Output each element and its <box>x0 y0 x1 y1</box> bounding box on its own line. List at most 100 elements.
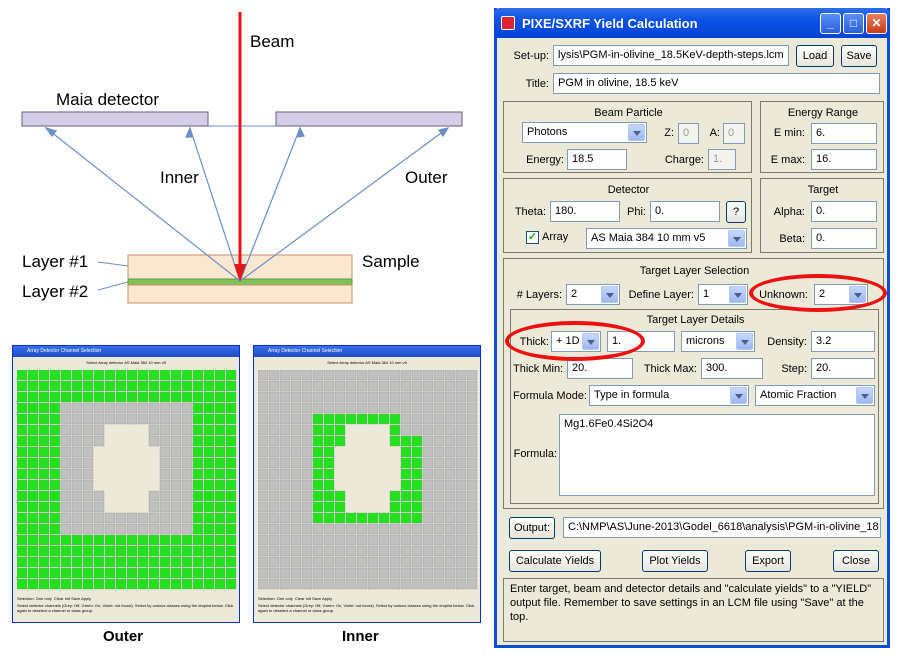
channel-cell[interactable] <box>301 512 313 524</box>
channel-cell[interactable] <box>27 391 39 403</box>
channel-cell[interactable] <box>49 424 61 436</box>
channel-cell[interactable] <box>312 391 324 403</box>
channel-cell[interactable] <box>225 446 237 458</box>
channel-cell[interactable] <box>49 380 61 392</box>
channel-cell[interactable] <box>389 501 401 513</box>
channel-cell[interactable] <box>93 556 105 568</box>
channel-cell[interactable] <box>27 512 39 524</box>
channel-cell[interactable] <box>71 567 83 579</box>
channel-cell[interactable] <box>225 578 237 590</box>
channel-cell[interactable] <box>389 556 401 568</box>
channel-cell[interactable] <box>334 556 346 568</box>
channel-cell[interactable] <box>17 435 28 447</box>
channel-cell[interactable] <box>312 380 324 392</box>
channel-cell[interactable] <box>400 424 412 436</box>
channel-cell[interactable] <box>444 424 456 436</box>
channel-cell[interactable] <box>17 370 28 381</box>
channel-cell[interactable] <box>444 567 456 579</box>
channel-cell[interactable] <box>27 578 39 590</box>
channel-cell[interactable] <box>192 446 204 458</box>
channel-cell[interactable] <box>444 545 456 557</box>
inner-selection-value[interactable]: One only <box>277 596 293 601</box>
channel-cell[interactable] <box>49 556 61 568</box>
channel-cell[interactable] <box>126 578 138 590</box>
channel-cell[interactable] <box>444 501 456 513</box>
channel-cell[interactable] <box>301 534 313 546</box>
channel-cell[interactable] <box>268 578 280 590</box>
channel-cell[interactable] <box>433 391 445 403</box>
detector-help-button[interactable]: ? <box>726 201 746 223</box>
channel-cell[interactable] <box>345 545 357 557</box>
channel-cell[interactable] <box>38 424 50 436</box>
channel-cell[interactable] <box>93 380 105 392</box>
channel-cell[interactable] <box>400 402 412 414</box>
channel-cell[interactable] <box>378 534 390 546</box>
channel-cell[interactable] <box>345 380 357 392</box>
channel-cell[interactable] <box>159 370 171 381</box>
channel-cell[interactable] <box>214 578 226 590</box>
channel-cell[interactable] <box>433 545 445 557</box>
channel-cell[interactable] <box>301 424 313 436</box>
channel-cell[interactable] <box>38 457 50 469</box>
channel-cell[interactable] <box>268 523 280 535</box>
channel-cell[interactable] <box>400 457 412 469</box>
channel-cell[interactable] <box>356 402 368 414</box>
channel-cell[interactable] <box>258 457 269 469</box>
channel-cell[interactable] <box>137 556 149 568</box>
channel-cell[interactable] <box>411 380 423 392</box>
channel-cell[interactable] <box>49 534 61 546</box>
channel-cell[interactable] <box>214 479 226 491</box>
channel-cell[interactable] <box>104 512 116 524</box>
emin-field[interactable]: 6. <box>811 123 877 144</box>
channel-cell[interactable] <box>170 380 182 392</box>
channel-cell[interactable] <box>422 370 434 381</box>
channel-cell[interactable] <box>356 512 368 524</box>
channel-cell[interactable] <box>301 468 313 480</box>
channel-cell[interactable] <box>181 380 193 392</box>
channel-cell[interactable] <box>367 512 379 524</box>
channel-cell[interactable] <box>422 435 434 447</box>
channel-cell[interactable] <box>400 578 412 590</box>
channel-cell[interactable] <box>225 457 237 469</box>
channel-cell[interactable] <box>455 534 467 546</box>
particle-select[interactable]: Photons <box>522 122 647 143</box>
channel-cell[interactable] <box>345 402 357 414</box>
channel-cell[interactable] <box>60 567 72 579</box>
channel-cell[interactable] <box>115 567 127 579</box>
channel-cell[interactable] <box>268 413 280 425</box>
channel-cell[interactable] <box>433 490 445 502</box>
channel-cell[interactable] <box>455 545 467 557</box>
channel-cell[interactable] <box>334 391 346 403</box>
channel-cell[interactable] <box>279 391 291 403</box>
channel-cell[interactable] <box>192 424 204 436</box>
channel-cell[interactable] <box>455 457 467 469</box>
channel-cell[interactable] <box>268 446 280 458</box>
channel-cell[interactable] <box>181 523 193 535</box>
channel-cell[interactable] <box>225 391 237 403</box>
channel-cell[interactable] <box>203 457 215 469</box>
channel-cell[interactable] <box>367 567 379 579</box>
channel-cell[interactable] <box>444 534 456 546</box>
channel-cell[interactable] <box>301 556 313 568</box>
channel-cell[interactable] <box>258 446 269 458</box>
channel-cell[interactable] <box>400 534 412 546</box>
channel-cell[interactable] <box>301 490 313 502</box>
channel-cell[interactable] <box>93 578 105 590</box>
channel-cell[interactable] <box>159 468 171 480</box>
channel-cell[interactable] <box>356 578 368 590</box>
channel-cell[interactable] <box>444 413 456 425</box>
channel-cell[interactable] <box>82 578 94 590</box>
channel-cell[interactable] <box>356 523 368 535</box>
channel-cell[interactable] <box>367 556 379 568</box>
array-detector-select[interactable]: AS Maia 384 10 mm v5 <box>586 228 747 249</box>
beta-field[interactable]: 0. <box>811 228 877 249</box>
channel-cell[interactable] <box>17 446 28 458</box>
channel-cell[interactable] <box>225 402 237 414</box>
channel-cell[interactable] <box>466 501 478 513</box>
channel-cell[interactable] <box>17 490 28 502</box>
channel-cell[interactable] <box>126 556 138 568</box>
channel-cell[interactable] <box>93 523 105 535</box>
channel-cell[interactable] <box>82 370 94 381</box>
channel-cell[interactable] <box>323 435 335 447</box>
channel-cell[interactable] <box>104 545 116 557</box>
